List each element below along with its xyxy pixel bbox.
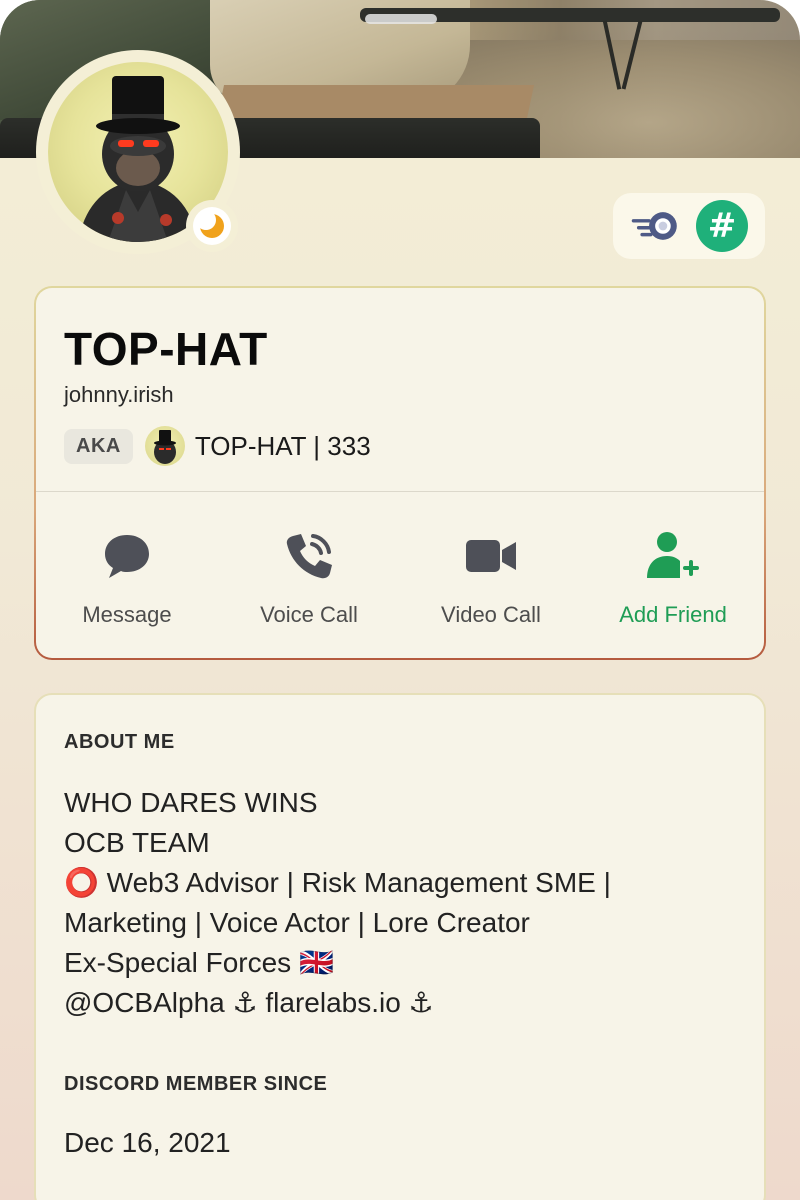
profile-actions: Message Voice Call Video Call Add Friend (36, 492, 764, 658)
video-camera-icon (466, 540, 516, 572)
profile-card: TOP-HAT johnny.irish AKA TOP-HAT | 333 M… (34, 286, 766, 660)
about-card: ABOUT ME WHO DARES WINS OCB TEAM ⭕ Web3 … (34, 693, 766, 1200)
sheet-drag-handle[interactable] (365, 14, 437, 24)
member-since-heading: DISCORD MEMBER SINCE (64, 1073, 328, 1095)
aka-row: AKA TOP-HAT | 333 (64, 426, 371, 466)
status-indicator (186, 200, 238, 252)
member-since-date: Dec 16, 2021 (64, 1127, 231, 1158)
message-icon (105, 535, 149, 578)
add-friend-button[interactable]: Add Friend (582, 492, 764, 658)
hash-badge-icon[interactable]: # (696, 200, 748, 252)
aka-avatar (144, 426, 185, 466)
video-call-button[interactable]: Video Call (400, 492, 582, 658)
username[interactable]: johnny.irish (64, 382, 174, 408)
profile-badges: # (613, 193, 765, 259)
aka-badge: AKA (64, 428, 133, 464)
display-name: TOP-HAT (64, 323, 268, 375)
add-friend-icon (647, 532, 699, 578)
aka-name: TOP-HAT | 333 (194, 430, 371, 461)
phone-icon (286, 534, 332, 579)
voice-call-button[interactable]: Voice Call (218, 492, 400, 658)
about-me-heading: ABOUT ME (64, 731, 175, 753)
message-button[interactable]: Message (36, 492, 218, 658)
nitro-badge-icon[interactable] (630, 200, 682, 252)
about-me-text: WHO DARES WINS OCB TEAM ⭕ Web3 Advisor |… (64, 787, 611, 1018)
profile-sheet: # TOP-HAT johnny.irish AKA TOP-HAT | 333 (0, 0, 800, 1200)
idle-moon-icon (197, 211, 224, 238)
avatar[interactable] (36, 50, 240, 254)
